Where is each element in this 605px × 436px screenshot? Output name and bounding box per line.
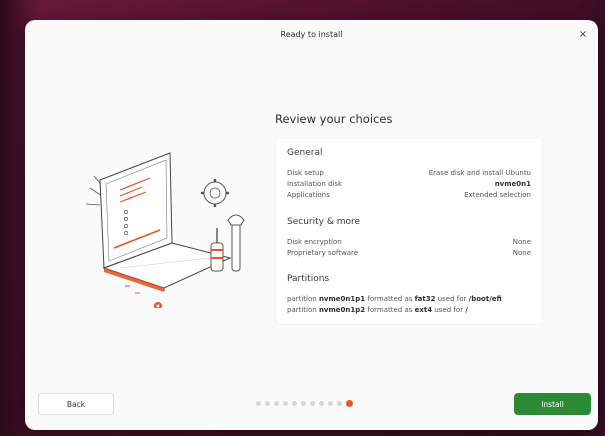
row-label: Proprietary software bbox=[287, 249, 359, 257]
pager-dot[interactable] bbox=[292, 401, 297, 406]
pager-dot[interactable] bbox=[337, 401, 342, 406]
title-bar: Ready to install × bbox=[25, 20, 598, 48]
partition-filesystem: ext4 bbox=[414, 306, 433, 314]
close-icon[interactable]: × bbox=[574, 25, 592, 43]
row-value: None bbox=[512, 249, 531, 257]
window-title: Ready to install bbox=[280, 29, 343, 39]
partition-text: used for bbox=[437, 295, 467, 303]
row-value: nvme0n1 bbox=[494, 180, 531, 188]
screwdriver bbox=[210, 228, 224, 272]
partition-mount: /boot/efi bbox=[468, 295, 502, 303]
row-installation-disk: Installation disk nvme0n1 bbox=[287, 179, 531, 189]
section-title-general: General bbox=[287, 148, 323, 158]
partition-mount: / bbox=[465, 306, 468, 314]
row-label: Installation disk bbox=[287, 180, 343, 188]
small-gear-icon bbox=[154, 302, 162, 308]
partition-prefix: partition bbox=[287, 295, 317, 303]
pager-dot[interactable] bbox=[328, 401, 333, 406]
row-label: Disk encryption bbox=[287, 238, 342, 246]
installer-window: Ready to install × Review your choices G… bbox=[25, 20, 598, 430]
partition-line: partition nvme0n1p1 formatted as fat32 u… bbox=[287, 295, 502, 303]
partition-filesystem: fat32 bbox=[414, 295, 436, 303]
row-label: Disk setup bbox=[287, 169, 324, 177]
pager-dot[interactable] bbox=[274, 401, 279, 406]
partition-text: formatted as bbox=[367, 295, 413, 303]
laptop-illustration bbox=[85, 152, 245, 308]
back-button[interactable]: Back bbox=[38, 393, 114, 415]
section-title-partitions: Partitions bbox=[287, 274, 330, 284]
row-value: None bbox=[512, 238, 531, 246]
row-disk-encryption: Disk encryption None bbox=[287, 237, 531, 247]
row-value: Extended selection bbox=[464, 191, 531, 199]
row-applications: Applications Extended selection bbox=[287, 190, 531, 200]
partition-device: nvme0n1p1 bbox=[318, 295, 366, 303]
review-card: General Disk setup Erase disk and instal… bbox=[276, 138, 542, 324]
partition-text: used for bbox=[434, 306, 464, 314]
pager-dot[interactable] bbox=[319, 401, 324, 406]
pager-dot[interactable] bbox=[256, 401, 261, 406]
review-heading: Review your choices bbox=[275, 112, 393, 126]
step-pager bbox=[256, 400, 353, 407]
partition-prefix: partition bbox=[287, 306, 317, 314]
gear-icon bbox=[201, 179, 229, 207]
wrench-icon bbox=[227, 214, 245, 272]
row-value: Erase disk and install Ubuntu bbox=[428, 169, 531, 177]
pager-dot[interactable] bbox=[301, 401, 306, 406]
pager-dot[interactable] bbox=[283, 401, 288, 406]
partition-line: partition nvme0n1p2 formatted as ext4 us… bbox=[287, 306, 468, 314]
pager-dot[interactable] bbox=[265, 401, 270, 406]
decor-dashes bbox=[125, 285, 140, 294]
row-disk-setup: Disk setup Erase disk and install Ubuntu bbox=[287, 168, 531, 178]
row-label: Applications bbox=[287, 191, 330, 199]
install-button[interactable]: Install bbox=[514, 393, 591, 415]
row-proprietary-software: Proprietary software None bbox=[287, 248, 531, 258]
section-title-security: Security & more bbox=[287, 217, 361, 227]
pager-dot-active[interactable] bbox=[346, 400, 353, 407]
pager-dot[interactable] bbox=[310, 401, 315, 406]
partition-device: nvme0n1p2 bbox=[318, 306, 366, 314]
partition-text: formatted as bbox=[367, 306, 413, 314]
